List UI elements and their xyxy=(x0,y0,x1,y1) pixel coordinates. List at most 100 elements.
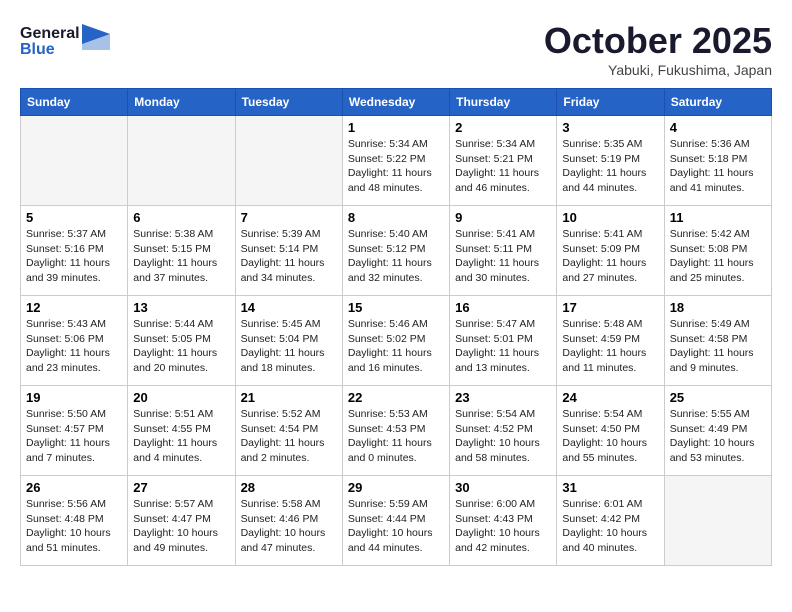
day-number: 1 xyxy=(348,120,444,135)
calendar-cell: 2 Sunrise: 5:34 AM Sunset: 5:21 PM Daylig… xyxy=(450,116,557,206)
day-info: Sunrise: 5:53 AM Sunset: 4:53 PM Dayligh… xyxy=(348,407,444,466)
weekday-header-monday: Monday xyxy=(128,89,235,116)
day-info: Sunrise: 5:43 AM Sunset: 5:06 PM Dayligh… xyxy=(26,317,122,376)
day-info: Sunrise: 6:00 AM Sunset: 4:43 PM Dayligh… xyxy=(455,497,551,556)
calendar-cell: 18 Sunrise: 5:49 AM Sunset: 4:58 PM Dayli… xyxy=(664,296,771,386)
logo-svg: General Blue xyxy=(20,20,110,64)
calendar-cell: 29 Sunrise: 5:59 AM Sunset: 4:44 PM Dayli… xyxy=(342,476,449,566)
svg-text:General: General xyxy=(20,25,80,42)
calendar-cell xyxy=(664,476,771,566)
calendar-cell xyxy=(21,116,128,206)
calendar-week-3: 12Sunrise: 5:43 AM Sunset: 5:06 PM Dayli… xyxy=(21,296,772,386)
calendar-cell: 7Sunrise: 5:39 AM Sunset: 5:14 PM Daylig… xyxy=(235,206,342,296)
day-info: Sunrise: 5:34 AM Sunset: 5:21 PM Dayligh… xyxy=(455,137,551,196)
calendar-cell xyxy=(128,116,235,206)
day-info: Sunrise: 5:41 AM Sunset: 5:09 PM Dayligh… xyxy=(562,227,658,286)
calendar-cell: 17 Sunrise: 5:48 AM Sunset: 4:59 PM Dayli… xyxy=(557,296,664,386)
calendar-week-2: 5Sunrise: 5:37 AM Sunset: 5:16 PM Daylig… xyxy=(21,206,772,296)
day-info: Sunrise: 5:40 AM Sunset: 5:12 PM Dayligh… xyxy=(348,227,444,286)
day-number: 25 xyxy=(670,390,766,405)
day-info: Sunrise: 5:45 AM Sunset: 5:04 PM Dayligh… xyxy=(241,317,337,376)
day-number: 27 xyxy=(133,480,229,495)
calendar-cell: 15 Sunrise: 5:46 AM Sunset: 5:02 PM Dayli… xyxy=(342,296,449,386)
weekday-header-friday: Friday xyxy=(557,89,664,116)
title-area: October 2025 Yabuki, Fukushima, Japan xyxy=(544,20,772,78)
day-info: Sunrise: 5:38 AM Sunset: 5:15 PM Dayligh… xyxy=(133,227,229,286)
day-info: Sunrise: 5:54 AM Sunset: 4:52 PM Dayligh… xyxy=(455,407,551,466)
calendar-cell: 30 Sunrise: 6:00 AM Sunset: 4:43 PM Dayli… xyxy=(450,476,557,566)
calendar-cell: 31 Sunrise: 6:01 AM Sunset: 4:42 PM Dayli… xyxy=(557,476,664,566)
day-info: Sunrise: 5:54 AM Sunset: 4:50 PM Dayligh… xyxy=(562,407,658,466)
day-info: Sunrise: 5:46 AM Sunset: 5:02 PM Dayligh… xyxy=(348,317,444,376)
logo: General Blue xyxy=(20,20,110,69)
page-header: General Blue October 2025 Yabuki, Fukush… xyxy=(20,20,772,78)
weekday-header-saturday: Saturday xyxy=(664,89,771,116)
calendar-cell: 27 Sunrise: 5:57 AM Sunset: 4:47 PM Dayli… xyxy=(128,476,235,566)
day-number: 2 xyxy=(455,120,551,135)
day-info: Sunrise: 5:41 AM Sunset: 5:11 PM Dayligh… xyxy=(455,227,551,286)
day-info: Sunrise: 5:39 AM Sunset: 5:14 PM Dayligh… xyxy=(241,227,337,286)
day-number: 28 xyxy=(241,480,337,495)
day-number: 16 xyxy=(455,300,551,315)
day-number: 23 xyxy=(455,390,551,405)
day-number: 31 xyxy=(562,480,658,495)
weekday-header-sunday: Sunday xyxy=(21,89,128,116)
day-number: 4 xyxy=(670,120,766,135)
day-number: 6 xyxy=(133,210,229,225)
day-number: 20 xyxy=(133,390,229,405)
weekday-header-tuesday: Tuesday xyxy=(235,89,342,116)
day-info: Sunrise: 5:59 AM Sunset: 4:44 PM Dayligh… xyxy=(348,497,444,556)
day-info: Sunrise: 5:42 AM Sunset: 5:08 PM Dayligh… xyxy=(670,227,766,286)
day-number: 29 xyxy=(348,480,444,495)
day-number: 10 xyxy=(562,210,658,225)
day-info: Sunrise: 5:57 AM Sunset: 4:47 PM Dayligh… xyxy=(133,497,229,556)
day-number: 8 xyxy=(348,210,444,225)
day-number: 18 xyxy=(670,300,766,315)
calendar-cell: 12Sunrise: 5:43 AM Sunset: 5:06 PM Dayli… xyxy=(21,296,128,386)
calendar-cell: 24 Sunrise: 5:54 AM Sunset: 4:50 PM Dayli… xyxy=(557,386,664,476)
day-info: Sunrise: 6:01 AM Sunset: 4:42 PM Dayligh… xyxy=(562,497,658,556)
day-number: 13 xyxy=(133,300,229,315)
day-info: Sunrise: 5:49 AM Sunset: 4:58 PM Dayligh… xyxy=(670,317,766,376)
day-info: Sunrise: 5:50 AM Sunset: 4:57 PM Dayligh… xyxy=(26,407,122,466)
day-info: Sunrise: 5:36 AM Sunset: 5:18 PM Dayligh… xyxy=(670,137,766,196)
day-number: 22 xyxy=(348,390,444,405)
day-info: Sunrise: 5:55 AM Sunset: 4:49 PM Dayligh… xyxy=(670,407,766,466)
day-number: 15 xyxy=(348,300,444,315)
month-title: October 2025 xyxy=(544,20,772,62)
day-info: Sunrise: 5:56 AM Sunset: 4:48 PM Dayligh… xyxy=(26,497,122,556)
calendar-cell: 13Sunrise: 5:44 AM Sunset: 5:05 PM Dayli… xyxy=(128,296,235,386)
calendar-cell: 6 Sunrise: 5:38 AM Sunset: 5:15 PM Daylig… xyxy=(128,206,235,296)
day-info: Sunrise: 5:34 AM Sunset: 5:22 PM Dayligh… xyxy=(348,137,444,196)
calendar-cell: 9 Sunrise: 5:41 AM Sunset: 5:11 PM Daylig… xyxy=(450,206,557,296)
calendar-cell: 21Sunrise: 5:52 AM Sunset: 4:54 PM Dayli… xyxy=(235,386,342,476)
calendar-cell: 14 Sunrise: 5:45 AM Sunset: 5:04 PM Dayli… xyxy=(235,296,342,386)
day-info: Sunrise: 5:52 AM Sunset: 4:54 PM Dayligh… xyxy=(241,407,337,466)
day-info: Sunrise: 5:35 AM Sunset: 5:19 PM Dayligh… xyxy=(562,137,658,196)
calendar-cell: 16Sunrise: 5:47 AM Sunset: 5:01 PM Dayli… xyxy=(450,296,557,386)
calendar-table: SundayMondayTuesdayWednesdayThursdayFrid… xyxy=(20,88,772,566)
calendar-cell: 5Sunrise: 5:37 AM Sunset: 5:16 PM Daylig… xyxy=(21,206,128,296)
calendar-cell xyxy=(235,116,342,206)
day-number: 19 xyxy=(26,390,122,405)
day-info: Sunrise: 5:51 AM Sunset: 4:55 PM Dayligh… xyxy=(133,407,229,466)
weekday-header-row: SundayMondayTuesdayWednesdayThursdayFrid… xyxy=(21,89,772,116)
day-number: 9 xyxy=(455,210,551,225)
day-number: 30 xyxy=(455,480,551,495)
calendar-cell: 28Sunrise: 5:58 AM Sunset: 4:46 PM Dayli… xyxy=(235,476,342,566)
day-info: Sunrise: 5:37 AM Sunset: 5:16 PM Dayligh… xyxy=(26,227,122,286)
day-number: 24 xyxy=(562,390,658,405)
day-number: 17 xyxy=(562,300,658,315)
day-number: 26 xyxy=(26,480,122,495)
day-info: Sunrise: 5:48 AM Sunset: 4:59 PM Dayligh… xyxy=(562,317,658,376)
calendar-cell: 11 Sunrise: 5:42 AM Sunset: 5:08 PM Dayli… xyxy=(664,206,771,296)
day-number: 11 xyxy=(670,210,766,225)
logo-text: General Blue xyxy=(20,20,110,69)
calendar-cell: 23 Sunrise: 5:54 AM Sunset: 4:52 PM Dayli… xyxy=(450,386,557,476)
calendar-week-4: 19 Sunrise: 5:50 AM Sunset: 4:57 PM Dayli… xyxy=(21,386,772,476)
calendar-cell: 10 Sunrise: 5:41 AM Sunset: 5:09 PM Dayli… xyxy=(557,206,664,296)
calendar-cell: 8 Sunrise: 5:40 AM Sunset: 5:12 PM Daylig… xyxy=(342,206,449,296)
svg-text:Blue: Blue xyxy=(20,41,55,58)
calendar-week-5: 26 Sunrise: 5:56 AM Sunset: 4:48 PM Dayli… xyxy=(21,476,772,566)
day-number: 14 xyxy=(241,300,337,315)
